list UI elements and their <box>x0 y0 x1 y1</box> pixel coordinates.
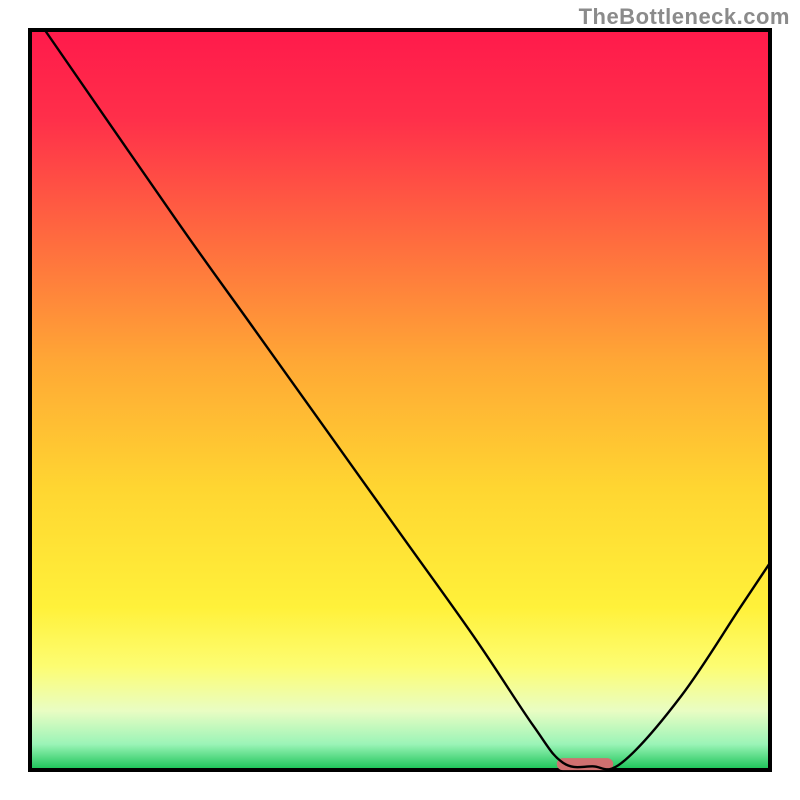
bottleneck-chart <box>0 0 800 800</box>
gradient-background <box>30 30 770 770</box>
plot-area <box>30 30 770 770</box>
chart-container: TheBottleneck.com <box>0 0 800 800</box>
attribution-watermark: TheBottleneck.com <box>579 4 790 30</box>
